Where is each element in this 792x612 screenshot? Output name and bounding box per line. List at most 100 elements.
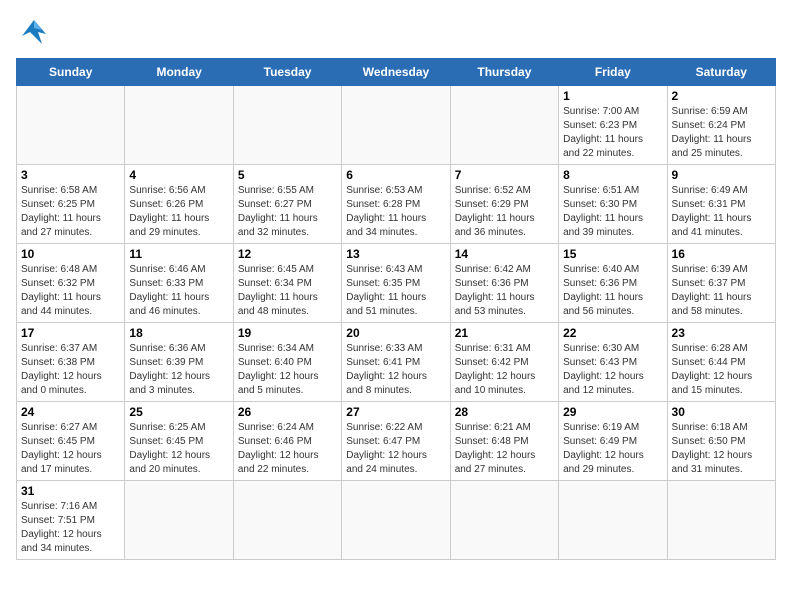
day-info: Sunrise: 6:59 AM Sunset: 6:24 PM Dayligh… <box>672 105 771 161</box>
day-info: Sunrise: 6:25 AM Sunset: 6:45 PM Dayligh… <box>129 421 228 477</box>
day-info: Sunrise: 6:28 AM Sunset: 6:44 PM Dayligh… <box>672 342 771 398</box>
day-number: 17 <box>21 326 120 340</box>
calendar-day-cell: 14Sunrise: 6:42 AM Sunset: 6:36 PM Dayli… <box>450 244 558 323</box>
calendar-week-row: 10Sunrise: 6:48 AM Sunset: 6:32 PM Dayli… <box>17 244 776 323</box>
calendar-day-cell <box>450 86 558 165</box>
day-number: 27 <box>346 405 445 419</box>
day-info: Sunrise: 6:39 AM Sunset: 6:37 PM Dayligh… <box>672 263 771 319</box>
calendar-week-row: 3 Sunrise: 6:58 AM Sunset: 6:25 PM Daylig… <box>17 165 776 244</box>
calendar-day-cell: 24 Sunrise: 6:27 AM Sunset: 6:45 PM Dayli… <box>17 402 125 481</box>
calendar-day-cell: 28 Sunrise: 6:21 AM Sunset: 6:48 PM Dayli… <box>450 402 558 481</box>
day-number: 15 <box>563 247 662 261</box>
weekday-header-thursday: Thursday <box>450 59 558 86</box>
day-info: Sunrise: 6:27 AM Sunset: 6:45 PM Dayligh… <box>21 421 120 477</box>
day-number: 9 <box>672 168 771 182</box>
day-info: Sunrise: 6:19 AM Sunset: 6:49 PM Dayligh… <box>563 421 662 477</box>
calendar-day-cell <box>233 86 341 165</box>
day-number: 2 <box>672 89 771 103</box>
day-info: Sunrise: 6:58 AM Sunset: 6:25 PM Dayligh… <box>21 184 120 240</box>
day-info: Sunrise: 6:31 AM Sunset: 6:42 PM Dayligh… <box>455 342 554 398</box>
calendar-day-cell <box>125 86 233 165</box>
calendar-day-cell <box>342 481 450 560</box>
calendar-day-cell <box>125 481 233 560</box>
calendar-day-cell: 20Sunrise: 6:33 AM Sunset: 6:41 PM Dayli… <box>342 323 450 402</box>
day-info: Sunrise: 6:51 AM Sunset: 6:30 PM Dayligh… <box>563 184 662 240</box>
calendar-day-cell: 10Sunrise: 6:48 AM Sunset: 6:32 PM Dayli… <box>17 244 125 323</box>
calendar-day-cell: 17 Sunrise: 6:37 AM Sunset: 6:38 PM Dayli… <box>17 323 125 402</box>
day-info: Sunrise: 6:24 AM Sunset: 6:46 PM Dayligh… <box>238 421 337 477</box>
day-info: Sunrise: 6:53 AM Sunset: 6:28 PM Dayligh… <box>346 184 445 240</box>
day-number: 13 <box>346 247 445 261</box>
calendar-day-cell: 26 Sunrise: 6:24 AM Sunset: 6:46 PM Dayli… <box>233 402 341 481</box>
calendar-day-cell: 27 Sunrise: 6:22 AM Sunset: 6:47 PM Dayli… <box>342 402 450 481</box>
day-info: Sunrise: 7:16 AM Sunset: 7:51 PM Dayligh… <box>21 500 120 556</box>
day-number: 24 <box>21 405 120 419</box>
calendar-day-cell: 16 Sunrise: 6:39 AM Sunset: 6:37 PM Dayli… <box>667 244 775 323</box>
calendar-week-row: 24 Sunrise: 6:27 AM Sunset: 6:45 PM Dayli… <box>17 402 776 481</box>
day-number: 30 <box>672 405 771 419</box>
weekday-header-saturday: Saturday <box>667 59 775 86</box>
calendar-week-row: 17 Sunrise: 6:37 AM Sunset: 6:38 PM Dayli… <box>17 323 776 402</box>
day-number: 18 <box>129 326 228 340</box>
day-info: Sunrise: 6:18 AM Sunset: 6:50 PM Dayligh… <box>672 421 771 477</box>
day-number: 31 <box>21 484 120 498</box>
day-number: 11 <box>129 247 228 261</box>
calendar-day-cell <box>342 86 450 165</box>
day-info: Sunrise: 6:37 AM Sunset: 6:38 PM Dayligh… <box>21 342 120 398</box>
day-number: 26 <box>238 405 337 419</box>
day-number: 12 <box>238 247 337 261</box>
day-info: Sunrise: 6:49 AM Sunset: 6:31 PM Dayligh… <box>672 184 771 240</box>
day-number: 29 <box>563 405 662 419</box>
calendar-day-cell: 12 Sunrise: 6:45 AM Sunset: 6:34 PM Dayli… <box>233 244 341 323</box>
day-info: Sunrise: 6:21 AM Sunset: 6:48 PM Dayligh… <box>455 421 554 477</box>
calendar-day-cell: 29 Sunrise: 6:19 AM Sunset: 6:49 PM Dayli… <box>559 402 667 481</box>
day-info: Sunrise: 6:40 AM Sunset: 6:36 PM Dayligh… <box>563 263 662 319</box>
calendar-day-cell: 13 Sunrise: 6:43 AM Sunset: 6:35 PM Dayli… <box>342 244 450 323</box>
calendar-day-cell: 2 Sunrise: 6:59 AM Sunset: 6:24 PM Daylig… <box>667 86 775 165</box>
calendar-day-cell: 18Sunrise: 6:36 AM Sunset: 6:39 PM Dayli… <box>125 323 233 402</box>
day-number: 7 <box>455 168 554 182</box>
day-info: Sunrise: 6:33 AM Sunset: 6:41 PM Dayligh… <box>346 342 445 398</box>
calendar-day-cell <box>17 86 125 165</box>
calendar-day-cell: 8 Sunrise: 6:51 AM Sunset: 6:30 PM Daylig… <box>559 165 667 244</box>
day-number: 25 <box>129 405 228 419</box>
calendar-day-cell: 1 Sunrise: 7:00 AM Sunset: 6:23 PM Daylig… <box>559 86 667 165</box>
day-info: Sunrise: 6:45 AM Sunset: 6:34 PM Dayligh… <box>238 263 337 319</box>
calendar-day-cell: 31 Sunrise: 7:16 AM Sunset: 7:51 PM Dayli… <box>17 481 125 560</box>
calendar-week-row: 1 Sunrise: 7:00 AM Sunset: 6:23 PM Daylig… <box>17 86 776 165</box>
calendar-day-cell: 19Sunrise: 6:34 AM Sunset: 6:40 PM Dayli… <box>233 323 341 402</box>
day-number: 8 <box>563 168 662 182</box>
calendar-day-cell: 30 Sunrise: 6:18 AM Sunset: 6:50 PM Dayli… <box>667 402 775 481</box>
day-info: Sunrise: 6:30 AM Sunset: 6:43 PM Dayligh… <box>563 342 662 398</box>
day-info: Sunrise: 6:46 AM Sunset: 6:33 PM Dayligh… <box>129 263 228 319</box>
calendar-day-cell: 3 Sunrise: 6:58 AM Sunset: 6:25 PM Daylig… <box>17 165 125 244</box>
calendar-day-cell <box>667 481 775 560</box>
day-info: Sunrise: 6:43 AM Sunset: 6:35 PM Dayligh… <box>346 263 445 319</box>
calendar-day-cell <box>233 481 341 560</box>
calendar-header-row: SundayMondayTuesdayWednesdayThursdayFrid… <box>17 59 776 86</box>
calendar-day-cell: 4 Sunrise: 6:56 AM Sunset: 6:26 PM Daylig… <box>125 165 233 244</box>
calendar-day-cell: 5Sunrise: 6:55 AM Sunset: 6:27 PM Daylig… <box>233 165 341 244</box>
day-info: Sunrise: 7:00 AM Sunset: 6:23 PM Dayligh… <box>563 105 662 161</box>
day-number: 1 <box>563 89 662 103</box>
day-number: 4 <box>129 168 228 182</box>
day-number: 28 <box>455 405 554 419</box>
day-info: Sunrise: 6:34 AM Sunset: 6:40 PM Dayligh… <box>238 342 337 398</box>
day-number: 23 <box>672 326 771 340</box>
page-header <box>16 16 776 48</box>
day-number: 21 <box>455 326 554 340</box>
day-number: 16 <box>672 247 771 261</box>
calendar-week-row: 31 Sunrise: 7:16 AM Sunset: 7:51 PM Dayli… <box>17 481 776 560</box>
calendar-day-cell <box>450 481 558 560</box>
calendar-day-cell: 23 Sunrise: 6:28 AM Sunset: 6:44 PM Dayli… <box>667 323 775 402</box>
day-number: 3 <box>21 168 120 182</box>
calendar-day-cell: 22Sunrise: 6:30 AM Sunset: 6:43 PM Dayli… <box>559 323 667 402</box>
calendar-day-cell: 7Sunrise: 6:52 AM Sunset: 6:29 PM Daylig… <box>450 165 558 244</box>
day-info: Sunrise: 6:56 AM Sunset: 6:26 PM Dayligh… <box>129 184 228 240</box>
weekday-header-friday: Friday <box>559 59 667 86</box>
day-number: 14 <box>455 247 554 261</box>
logo <box>16 16 56 48</box>
day-info: Sunrise: 6:22 AM Sunset: 6:47 PM Dayligh… <box>346 421 445 477</box>
day-number: 10 <box>21 247 120 261</box>
weekday-header-monday: Monday <box>125 59 233 86</box>
